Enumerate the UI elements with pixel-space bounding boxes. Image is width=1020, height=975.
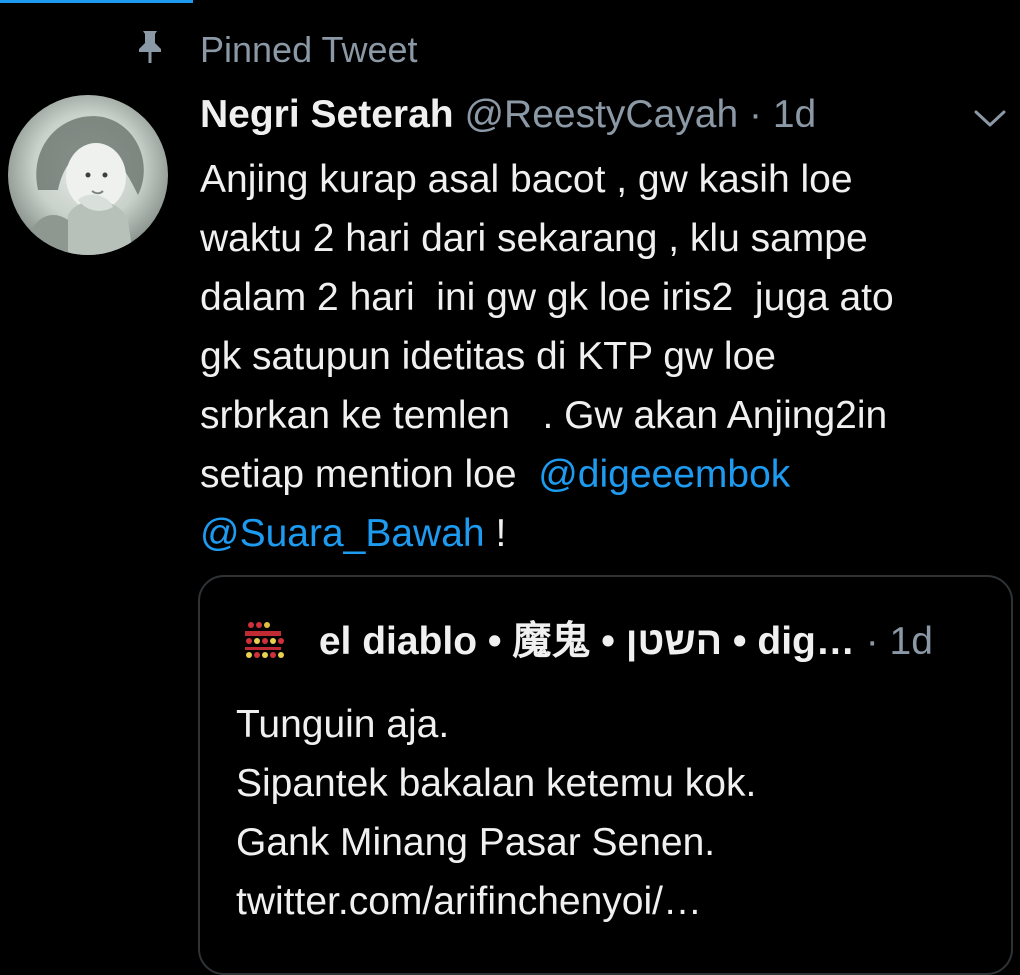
separator-dot: · bbox=[749, 93, 763, 136]
quoted-tweet-header: el diablo • 魔鬼 • השטן • dig… · 1d bbox=[242, 617, 1002, 667]
quoted-tweet-card[interactable]: el diablo • 魔鬼 • השטן • dig… · 1d Tungui… bbox=[198, 575, 1013, 975]
author-name[interactable]: Negri Seterah bbox=[200, 93, 454, 136]
pinned-indicator: Pinned Tweet bbox=[0, 22, 1020, 78]
quoted-text-line: twitter.com/arifinchenyoi/… bbox=[236, 880, 703, 923]
separator-dot: · bbox=[865, 620, 879, 663]
tweet-text-line: dalam 2 hari ini gw gk loe iris2 juga at… bbox=[200, 276, 894, 319]
quoted-tweet-text: Tunguin aja. Sipantek bakalan ketemu kok… bbox=[236, 695, 996, 931]
pin-icon bbox=[139, 31, 161, 63]
tweet-text-line: @Suara_Bawah ! bbox=[200, 504, 1010, 563]
tweet-text-line: srbrkan ke temlen . Gw akan Anjing2in bbox=[200, 394, 888, 437]
quoted-text-line: Tunguin aja. bbox=[236, 703, 450, 746]
quoted-author-name[interactable]: el diablo • 魔鬼 • השטן • dig… bbox=[319, 620, 855, 663]
chevron-down-icon[interactable] bbox=[972, 106, 1008, 130]
quoted-tweet-timestamp[interactable]: 1d bbox=[890, 620, 933, 663]
tweet-text-segment: ! bbox=[484, 512, 507, 555]
mention-link[interactable]: @Suara_Bawah bbox=[200, 512, 485, 555]
author-avatar[interactable] bbox=[8, 95, 168, 255]
tweet-text-line: gk satupun idetitas di KTP gw loe bbox=[200, 335, 776, 378]
author-handle[interactable]: @ReestyCayah bbox=[464, 93, 738, 136]
quoted-text-line: Sipantek bakalan ketemu kok. bbox=[236, 762, 757, 805]
quoted-author-avatar[interactable] bbox=[242, 617, 286, 662]
quoted-text-line: Gank Minang Pasar Senen. bbox=[236, 821, 716, 864]
mention-link[interactable]: @digeeembok bbox=[538, 453, 790, 496]
tweet-text-line: setiap mention loe @digeeembok bbox=[200, 445, 1010, 504]
tweet-header: Negri Seterah @ReestyCayah · 1d bbox=[200, 90, 1000, 140]
avatar-illustration bbox=[23, 116, 144, 255]
tweet-text-line: waktu 2 hari dari sekarang , klu sampe bbox=[200, 217, 868, 260]
tweet-text: Anjing kurap asal bacot , gw kasih loe w… bbox=[200, 150, 1010, 563]
active-tab-indicator bbox=[0, 0, 193, 3]
tweet-timestamp[interactable]: 1d bbox=[773, 93, 816, 136]
pinned-label: Pinned Tweet bbox=[200, 29, 418, 70]
tweet-text-line: Anjing kurap asal bacot , gw kasih loe bbox=[200, 158, 853, 201]
tweet-text-segment: setiap mention loe bbox=[200, 453, 539, 496]
